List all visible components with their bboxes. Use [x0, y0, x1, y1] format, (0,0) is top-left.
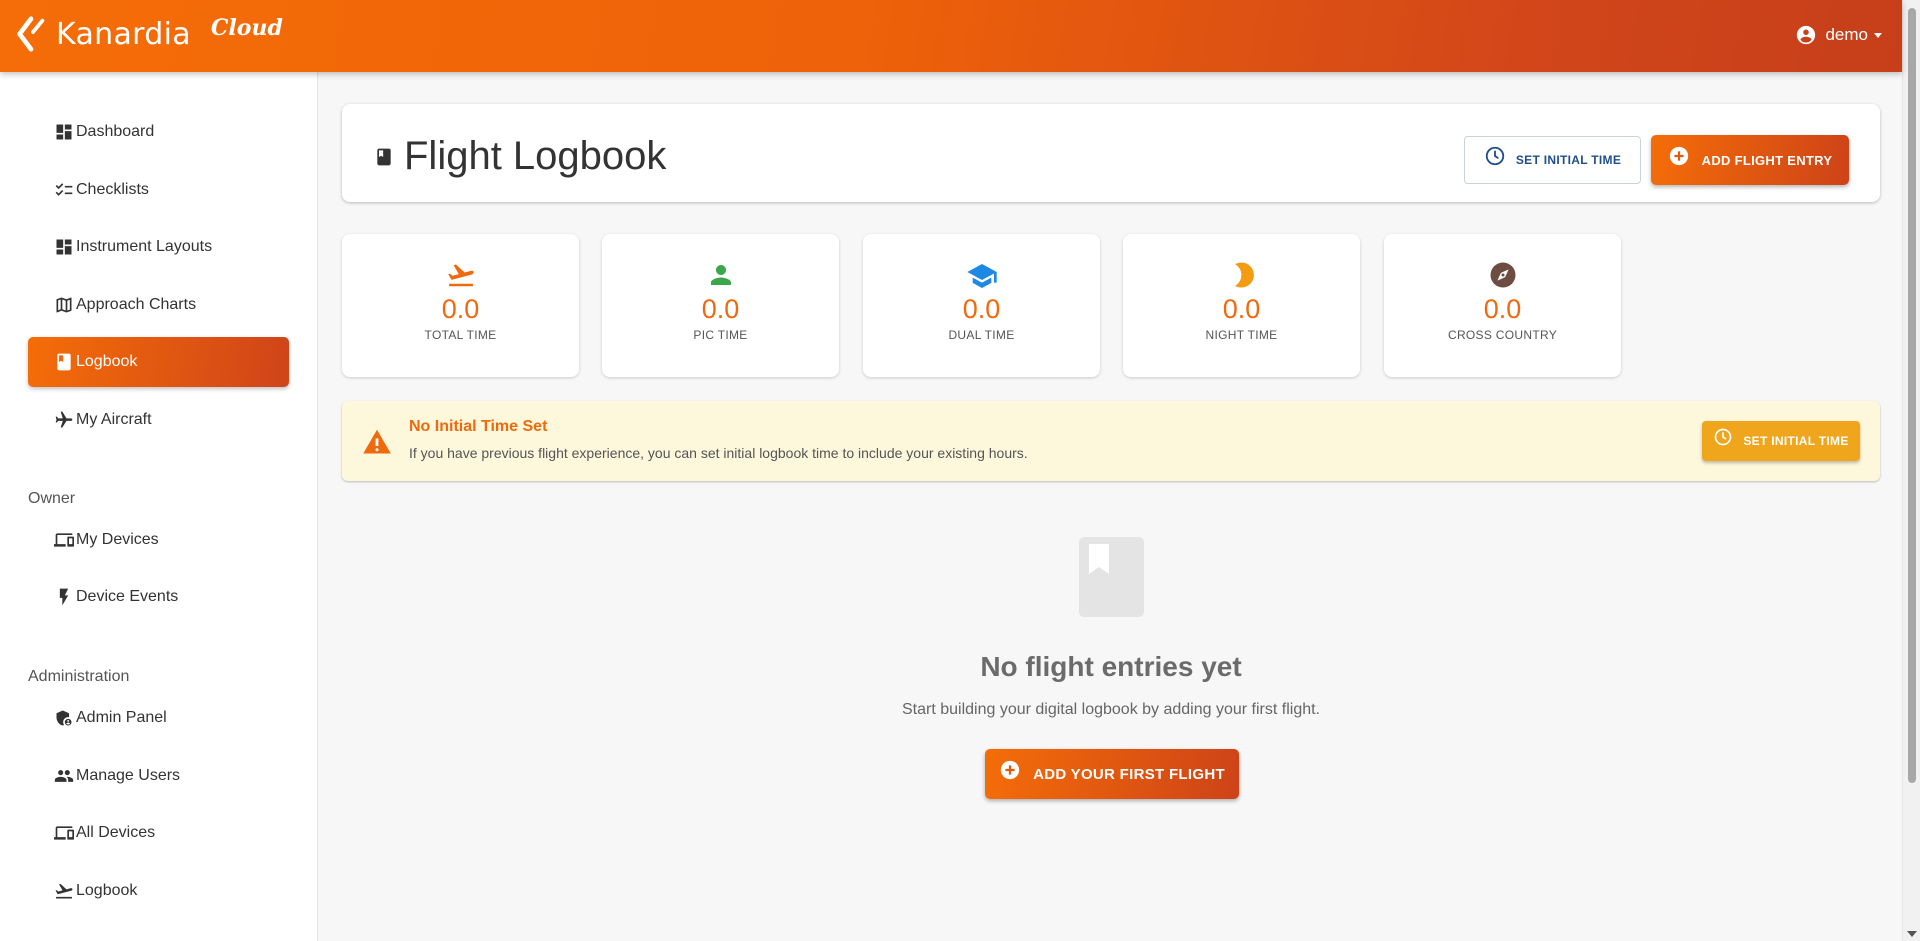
add-circle-icon — [1669, 146, 1688, 166]
stat-card-pic-time: 0.0 PIC TIME — [602, 234, 839, 377]
users-icon — [54, 770, 74, 782]
kanardia-logo-icon — [17, 16, 45, 52]
stat-label: TOTAL TIME — [424, 328, 497, 342]
sidebar-item-admin-panel[interactable]: Admin Panel — [28, 693, 289, 743]
stat-value: 0.0 — [962, 294, 1001, 324]
sidebar-item-manage-users[interactable]: Manage Users — [28, 751, 289, 801]
alert-text: If you have previous flight experience, … — [409, 445, 1028, 461]
empty-state: No flight entries yet Start building you… — [342, 537, 1880, 799]
sidebar-item-my-aircraft[interactable]: My Aircraft — [28, 395, 289, 445]
sidebar-item-my-devices[interactable]: My Devices — [28, 515, 289, 565]
alert-button-label: SET INITIAL TIME — [1743, 434, 1849, 448]
set-initial-time-label: SET INITIAL TIME — [1515, 153, 1622, 167]
sidebar: Dashboard Checklists Instrument Layouts … — [0, 72, 318, 941]
page-title: Flight Logbook — [374, 134, 666, 179]
takeoff-icon — [447, 264, 474, 287]
sidebar-item-label: Device Events — [76, 588, 179, 605]
sidebar-item-device-events[interactable]: Device Events — [28, 572, 289, 622]
set-initial-time-button[interactable]: SET INITIAL TIME — [1464, 136, 1641, 184]
dashboard-icon — [56, 124, 72, 140]
stat-value: 0.0 — [1483, 294, 1522, 324]
stat-card-total-time: 0.0 TOTAL TIME — [342, 234, 579, 377]
stat-value: 0.0 — [1222, 294, 1261, 324]
user-menu[interactable]: demo — [1795, 24, 1882, 46]
stat-label: NIGHT TIME — [1205, 328, 1278, 342]
book-icon — [1078, 537, 1144, 617]
stat-value: 0.0 — [701, 294, 740, 324]
empty-state-title: No flight entries yet — [980, 651, 1242, 682]
add-circle-icon — [1000, 760, 1020, 780]
checklist-icon — [55, 183, 73, 196]
takeoff-icon — [55, 883, 73, 899]
add-flight-entry-button[interactable]: ADD FLIGHT ENTRY — [1651, 135, 1849, 185]
sidebar-item-all-devices[interactable]: All Devices — [28, 808, 289, 858]
stat-value: 0.0 — [441, 294, 480, 324]
admin-shield-icon — [56, 710, 72, 726]
stat-label: CROSS COUNTRY — [1447, 328, 1558, 342]
devices-icon — [54, 826, 74, 840]
moon-icon — [1234, 262, 1254, 288]
graduation-cap-icon — [966, 264, 997, 288]
sidebar-item-label: Logbook — [76, 882, 138, 899]
sidebar-item-dashboard[interactable]: Dashboard — [28, 107, 289, 157]
sidebar-item-label: All Devices — [76, 824, 156, 841]
add-first-flight-label: ADD YOUR FIRST FLIGHT — [1033, 765, 1225, 783]
owner-section-heading: Owner — [28, 490, 76, 507]
sidebar-item-label: Dashboard — [76, 123, 155, 140]
map-icon — [56, 297, 72, 313]
brand-name: Kanardia — [56, 16, 191, 52]
sidebar-item-logbook[interactable]: Logbook — [28, 337, 289, 387]
brand-logo[interactable]: Kanardia Cloud — [12, 14, 283, 54]
stat-card-dual-time: 0.0 DUAL TIME — [863, 234, 1100, 377]
sidebar-item-approach-charts[interactable]: Approach Charts — [28, 280, 289, 330]
sidebar-item-label: Logbook — [76, 353, 138, 370]
clock-icon — [1715, 428, 1732, 446]
airplane-icon — [55, 411, 73, 428]
stat-card-night-time: 0.0 NIGHT TIME — [1123, 234, 1360, 377]
sidebar-item-label: Approach Charts — [76, 296, 197, 313]
chevron-down-icon — [1874, 32, 1882, 38]
alert-set-initial-time-button[interactable]: SET INITIAL TIME — [1702, 421, 1860, 461]
dashboard-icon — [56, 239, 72, 255]
sidebar-item-label: Checklists — [76, 181, 149, 198]
person-icon — [710, 265, 731, 285]
devices-icon — [54, 533, 74, 547]
sidebar-item-instrument-layouts[interactable]: Instrument Layouts — [28, 222, 289, 272]
sidebar-item-label: Admin Panel — [76, 709, 167, 726]
sidebar-item-label: Manage Users — [76, 767, 181, 784]
brand-product: Cloud — [210, 15, 283, 41]
add-first-flight-button[interactable]: ADD YOUR FIRST FLIGHT — [985, 749, 1239, 799]
administration-section-heading: Administration — [28, 668, 130, 685]
sidebar-item-label: Instrument Layouts — [76, 238, 213, 255]
bolt-icon — [59, 588, 69, 606]
page-scrollbar[interactable] — [1902, 0, 1920, 941]
sidebar-item-label: My Devices — [76, 531, 159, 548]
compass-icon — [1490, 262, 1515, 288]
add-flight-entry-label: ADD FLIGHT ENTRY — [1701, 152, 1833, 168]
stat-label: PIC TIME — [693, 328, 748, 342]
page-title-text: Flight Logbook — [404, 134, 667, 178]
sidebar-item-label: My Aircraft — [76, 411, 152, 428]
account-circle-icon — [1797, 25, 1816, 45]
book-icon — [57, 353, 71, 371]
initial-time-alert: No Initial Time Set If you have previous… — [342, 401, 1880, 481]
user-name: demo — [1825, 25, 1868, 44]
stat-card-cross-country: 0.0 CROSS COUNTRY — [1384, 234, 1621, 377]
alert-title: No Initial Time Set — [409, 418, 548, 435]
top-bar: Kanardia Cloud demo — [0, 0, 1902, 72]
sidebar-item-checklists[interactable]: Checklists — [28, 165, 289, 215]
scroll-down-arrow-icon[interactable] — [1907, 931, 1917, 937]
warning-icon — [363, 429, 391, 454]
sidebar-item-admin-logbook[interactable]: Logbook — [28, 866, 289, 916]
scrollbar-thumb[interactable] — [1908, 8, 1916, 783]
empty-state-text: Start building your digital logbook by a… — [901, 701, 1320, 718]
book-icon — [377, 148, 391, 165]
clock-icon — [1485, 146, 1505, 166]
stat-label: DUAL TIME — [948, 328, 1015, 342]
logbook-header: Flight Logbook SET INITIAL TIME ADD FLIG… — [342, 104, 1880, 202]
